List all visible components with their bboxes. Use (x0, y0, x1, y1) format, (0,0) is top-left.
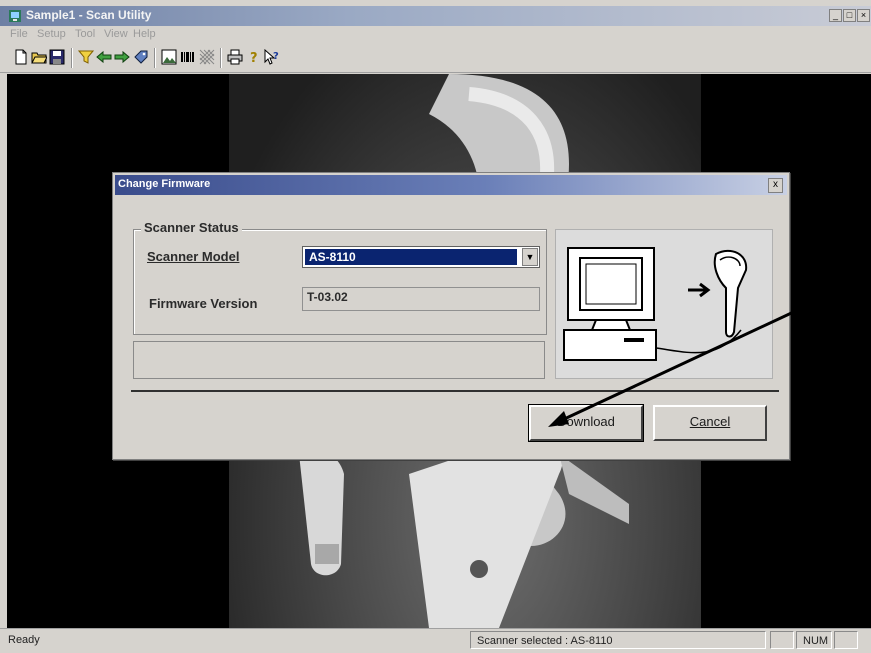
cancel-button-label: Cancel (689, 414, 731, 429)
print-icon[interactable] (227, 49, 243, 65)
status-num-panel: NUM (796, 631, 832, 649)
window-title: Sample1 - Scan Utility (26, 8, 152, 22)
context-help-icon[interactable]: ? (264, 49, 280, 65)
menu-setup[interactable]: Setup (37, 28, 66, 40)
help-icon[interactable]: ? (246, 49, 262, 65)
close-button[interactable]: × (857, 9, 870, 22)
new-file-icon[interactable] (13, 49, 29, 65)
message-box (133, 341, 545, 379)
app-icon (9, 10, 21, 22)
open-folder-icon[interactable] (31, 49, 47, 65)
status-bar: Ready Scanner selected : AS-8110 NUM (0, 628, 871, 653)
image-icon[interactable] (161, 49, 177, 65)
scanner-model-value: AS-8110 (305, 249, 517, 265)
title-bar[interactable]: Sample1 - Scan Utility _ □ × (0, 6, 871, 26)
download-button[interactable]: Download (528, 404, 644, 442)
save-icon[interactable] (49, 49, 65, 65)
change-firmware-dialog: Change Firmware x Scanner Status Scanner… (112, 172, 790, 460)
status-scanner-text: Scanner selected : AS-8110 (477, 635, 613, 647)
menu-help[interactable]: Help (133, 28, 156, 40)
svg-text:?: ? (273, 51, 279, 62)
scanner-model-label: Scanner Model (147, 249, 240, 264)
status-empty-panel (770, 631, 794, 649)
status-scanner-panel: Scanner selected : AS-8110 (470, 631, 766, 649)
send-icon[interactable] (96, 49, 112, 65)
tag-icon[interactable] (133, 49, 149, 65)
status-ready: Ready (8, 634, 40, 646)
dialog-divider (131, 390, 779, 392)
menu-tool[interactable]: Tool (75, 28, 95, 40)
firmware-version-label: Firmware Version (149, 296, 258, 311)
firmware-version-field: T-03.02 (302, 287, 540, 311)
grid-icon[interactable] (199, 49, 215, 65)
scanner-model-select[interactable]: AS-8110 ▼ (302, 246, 540, 268)
pc-scanner-icon (563, 247, 748, 361)
scanner-status-group (133, 229, 547, 335)
status-empty-panel-2 (834, 631, 858, 649)
dialog-close-button[interactable]: x (768, 178, 783, 193)
scanner-status-legend: Scanner Status (141, 220, 242, 235)
menu-view[interactable]: View (104, 28, 128, 40)
status-num-text: NUM (803, 635, 829, 647)
dialog-title: Change Firmware (118, 178, 211, 190)
maximize-button[interactable]: □ (843, 9, 856, 22)
dialog-title-bar[interactable]: Change Firmware x (115, 175, 787, 195)
menu-bar: File Setup Tool View Help (0, 26, 871, 44)
connection-illustration (555, 229, 773, 379)
cancel-button[interactable]: Cancel (653, 405, 767, 441)
barcode-icon[interactable] (180, 49, 196, 65)
svg-text:?: ? (250, 51, 258, 65)
chevron-down-icon[interactable]: ▼ (522, 248, 538, 266)
toolbar: ? ? (0, 44, 871, 73)
receive-icon[interactable] (114, 49, 130, 65)
minimize-button[interactable]: _ (829, 9, 842, 22)
menu-file[interactable]: File (10, 28, 28, 40)
filter-icon[interactable] (78, 49, 94, 65)
scan-utility-window: Sample1 - Scan Utility _ □ × File Setup … (0, 0, 871, 653)
